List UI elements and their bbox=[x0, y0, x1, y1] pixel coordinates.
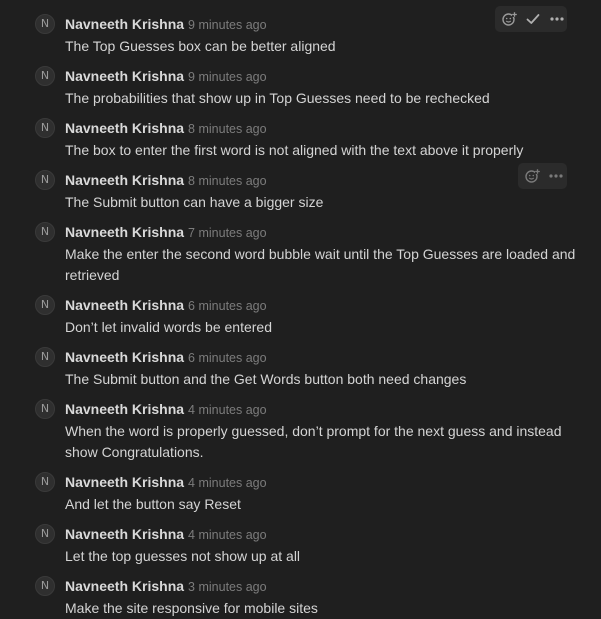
author-name[interactable]: Navneeth Krishna bbox=[65, 578, 184, 594]
comment-meta: Navneeth Krishna 9 minutes ago bbox=[65, 14, 267, 34]
avatar[interactable]: N bbox=[35, 524, 55, 544]
comment-meta: Navneeth Krishna 7 minutes ago bbox=[65, 222, 267, 242]
timestamp[interactable]: 9 minutes ago bbox=[188, 70, 267, 84]
resolve-check-icon[interactable] bbox=[525, 11, 541, 27]
add-reaction-icon[interactable] bbox=[501, 11, 517, 27]
comment-text: The Submit button can have a bigger size bbox=[65, 194, 324, 210]
add-reaction-icon[interactable] bbox=[524, 168, 540, 184]
comment-text: Make the site responsive for mobile site… bbox=[65, 600, 318, 616]
avatar[interactable]: N bbox=[35, 66, 55, 86]
comment-meta: Navneeth Krishna 4 minutes ago bbox=[65, 399, 267, 419]
comment-text: The box to enter the first word is not a… bbox=[65, 142, 524, 158]
comment-meta: Navneeth Krishna 4 minutes ago bbox=[65, 472, 267, 492]
avatar[interactable]: N bbox=[35, 14, 55, 34]
more-options-icon[interactable] bbox=[549, 11, 565, 27]
timestamp[interactable]: 9 minutes ago bbox=[188, 18, 267, 32]
avatar[interactable]: N bbox=[35, 399, 55, 419]
comment-actions-toolbar bbox=[495, 6, 567, 32]
avatar[interactable]: N bbox=[35, 347, 55, 367]
author-name[interactable]: Navneeth Krishna bbox=[65, 172, 184, 188]
avatar[interactable]: N bbox=[35, 576, 55, 596]
timestamp[interactable]: 6 minutes ago bbox=[188, 299, 267, 313]
comment-text: And let the button say Reset bbox=[65, 496, 241, 512]
comment-meta: Navneeth Krishna 8 minutes ago bbox=[65, 170, 267, 190]
comment-meta: Navneeth Krishna 3 minutes ago bbox=[65, 576, 267, 596]
author-name[interactable]: Navneeth Krishna bbox=[65, 349, 184, 365]
timestamp[interactable]: 6 minutes ago bbox=[188, 351, 267, 365]
timestamp[interactable]: 8 minutes ago bbox=[188, 122, 267, 136]
avatar[interactable]: N bbox=[35, 222, 55, 242]
timestamp[interactable]: 8 minutes ago bbox=[188, 174, 267, 188]
timestamp[interactable]: 4 minutes ago bbox=[188, 476, 267, 490]
comment-text: Make the enter the second word bubble wa… bbox=[65, 246, 576, 283]
comment-meta: Navneeth Krishna 6 minutes ago bbox=[65, 347, 267, 367]
comment-text: When the word is properly guessed, don’t… bbox=[65, 423, 562, 460]
comment-text: The Top Guesses box can be better aligne… bbox=[65, 38, 336, 54]
comment-meta: Navneeth Krishna 8 minutes ago bbox=[65, 118, 267, 138]
avatar[interactable]: N bbox=[35, 472, 55, 492]
comment-meta: Navneeth Krishna 6 minutes ago bbox=[65, 295, 267, 315]
comment-text: Don’t let invalid words be entered bbox=[65, 319, 273, 335]
comment-hover-toolbar bbox=[518, 163, 567, 189]
comment-text: Let the top guesses not show up at all bbox=[65, 548, 301, 564]
avatar[interactable]: N bbox=[35, 118, 55, 138]
author-name[interactable]: Navneeth Krishna bbox=[65, 526, 184, 542]
timestamp[interactable]: 4 minutes ago bbox=[188, 403, 267, 417]
author-name[interactable]: Navneeth Krishna bbox=[65, 16, 184, 32]
author-name[interactable]: Navneeth Krishna bbox=[65, 297, 184, 313]
author-name[interactable]: Navneeth Krishna bbox=[65, 474, 184, 490]
author-name[interactable]: Navneeth Krishna bbox=[65, 401, 184, 417]
comment-meta: Navneeth Krishna 4 minutes ago bbox=[65, 524, 267, 544]
timestamp[interactable]: 4 minutes ago bbox=[188, 528, 267, 542]
author-name[interactable]: Navneeth Krishna bbox=[65, 120, 184, 136]
timestamp[interactable]: 7 minutes ago bbox=[188, 226, 267, 240]
author-name[interactable]: Navneeth Krishna bbox=[65, 68, 184, 84]
avatar[interactable]: N bbox=[35, 170, 55, 190]
author-name[interactable]: Navneeth Krishna bbox=[65, 224, 184, 240]
comment-text: The probabilities that show up in Top Gu… bbox=[65, 90, 490, 106]
more-options-icon[interactable] bbox=[548, 168, 564, 184]
timestamp[interactable]: 3 minutes ago bbox=[188, 580, 267, 594]
comment-text: The Submit button and the Get Words butt… bbox=[65, 371, 467, 387]
comment-meta: Navneeth Krishna 9 minutes ago bbox=[65, 66, 267, 86]
avatar[interactable]: N bbox=[35, 295, 55, 315]
